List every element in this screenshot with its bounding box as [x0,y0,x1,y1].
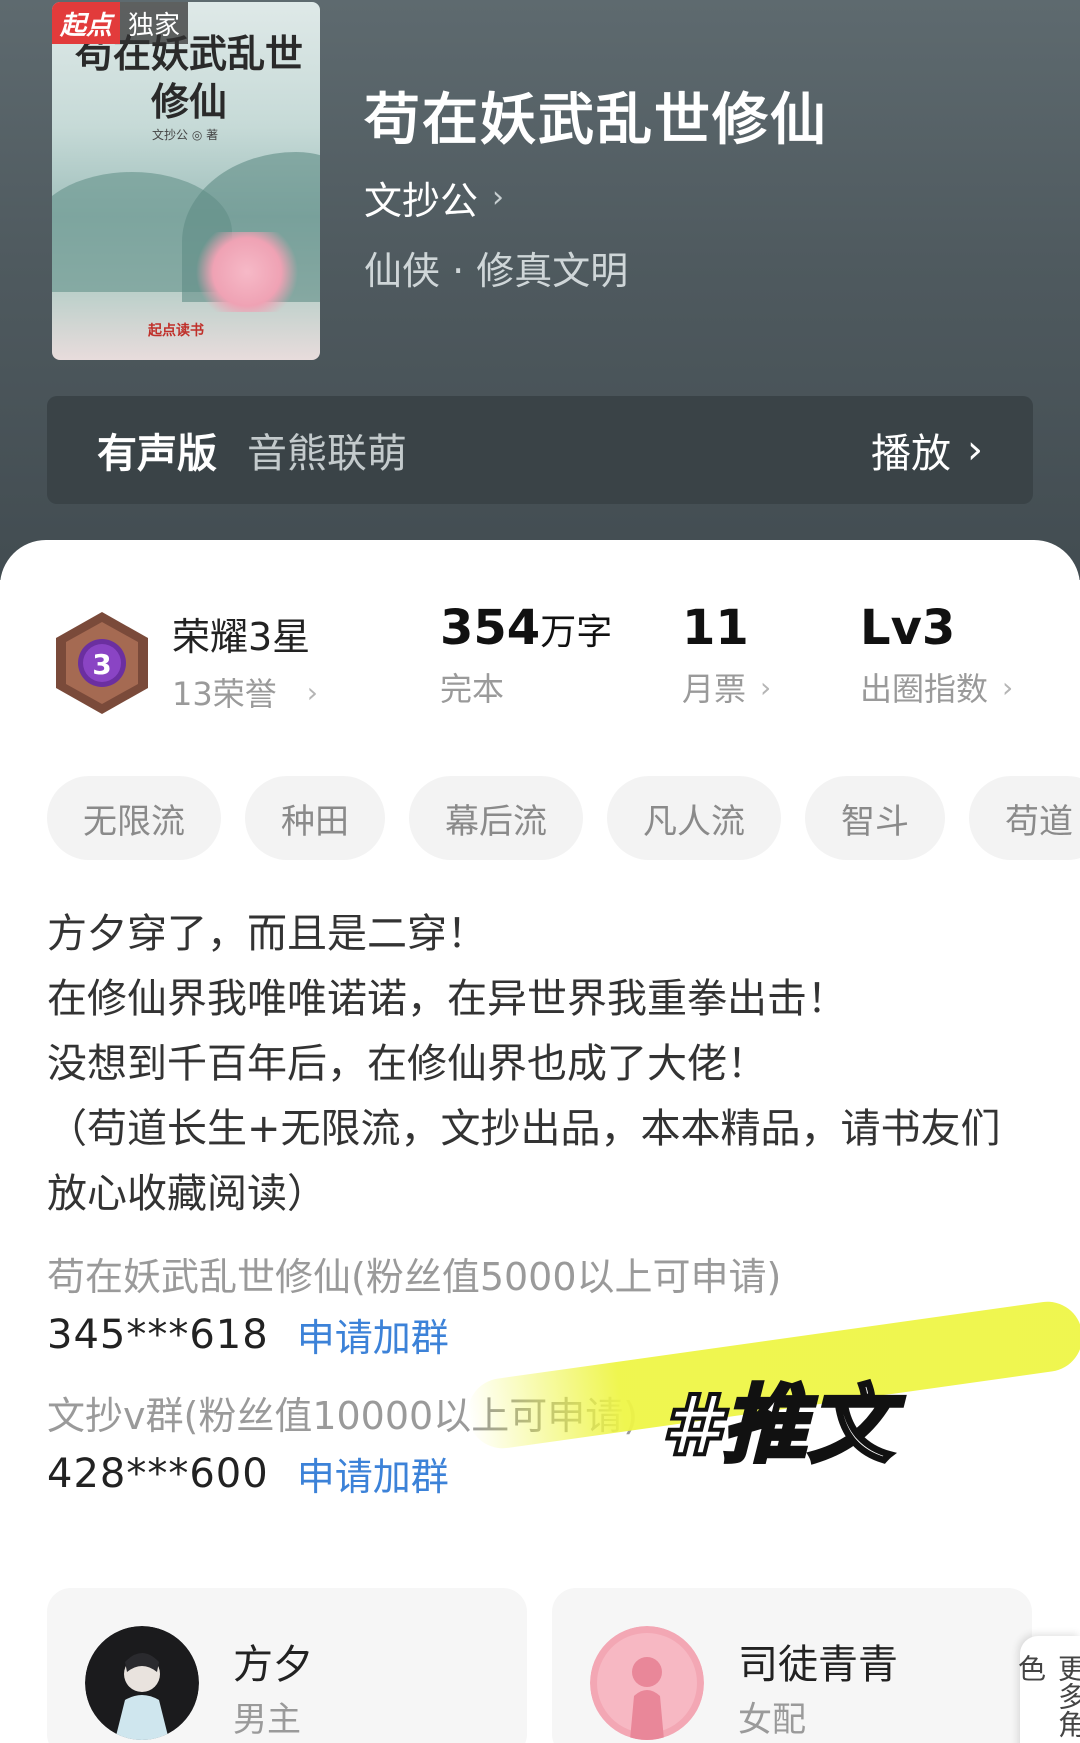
monthly-votes-stat[interactable]: 11 月票 › [682,600,771,710]
exclusive-badge: 起点 独家 [52,2,189,44]
character-card[interactable]: 司徒青青 女配 [552,1588,1032,1743]
tag-chip[interactable]: 种田 [245,776,385,860]
apply-join-link[interactable]: 申请加群 [297,1446,449,1501]
group-number: 345***618 [47,1311,269,1358]
breakout-index-stat[interactable]: Lv3 出圈指数 › [860,600,1013,710]
honor-title: 荣耀3星 [172,615,311,659]
more-characters-tab[interactable]: 更多角色 [1014,1636,1080,1743]
book-detail-card: 3 荣耀3星 13荣誉 › 354万字 完本 11 月票 › Lv3 出圈指数 … [0,540,1080,1743]
audio-label: 有声版 [97,431,217,477]
tag-chip[interactable]: 幕后流 [409,776,583,860]
word-count-unit: 万字 [540,612,613,653]
description-line: 没想到千百年后，在修仙界也成了大佬！ [47,1041,767,1087]
chevron-right-icon: › [492,180,505,215]
audio-edition-bar[interactable]: 有声版 音熊联萌 播放 › [47,396,1033,504]
description-line: （苟道长生+无限流，文抄出品，本本精品，请书友们放心收藏阅读） [47,1106,1001,1217]
stats-row: 3 荣耀3星 13荣誉 › 354万字 完本 11 月票 › Lv3 出圈指数 … [0,600,1080,720]
character-name: 司徒青青 [738,1642,898,1688]
book-header: 苟在妖武乱世修仙 文抄公 ◎ 著 起点读书 起点 独家 苟在妖武乱世修仙 文抄公… [0,0,1080,580]
chevron-right-icon: › [306,675,318,709]
honor-level: 3 [92,648,111,681]
tag-chip[interactable]: 苟道 [969,776,1080,860]
play-button[interactable]: 播放 › [871,421,983,479]
character-avatar [590,1626,704,1740]
audio-narrator: 音熊联萌 [247,431,407,477]
completion-status: 完本 [440,670,505,708]
author-link[interactable]: 文抄公 › [364,170,504,225]
honor-count: 13荣誉 [172,675,277,713]
group-name: 苟在妖武乱世修仙(粉丝值5000以上可申请) [47,1255,782,1299]
cover-art-author: 文抄公 ◎ 著 [152,128,219,142]
hashtag-overlay: #推文 [660,1374,895,1476]
book-cover[interactable]: 苟在妖武乱世修仙 文抄公 ◎ 著 起点读书 起点 独家 [52,2,320,360]
book-genre: 仙侠 · 修真文明 [364,249,629,293]
breakout-index-label: 出圈指数 [860,670,989,708]
chevron-right-icon: › [760,670,772,704]
brand-badge: 起点 [52,2,121,44]
character-avatar [85,1626,199,1740]
exclusive-label: 独家 [120,2,189,44]
character-card[interactable]: 方夕 男主 [47,1588,527,1743]
book-description: 方夕穿了，而且是二穿！ 在修仙界我唯唯诺诺，在异世界我重拳出击！ 没想到千百年后… [47,902,1037,1227]
cover-art-title: 苟在妖武乱世修仙 [74,31,303,124]
monthly-votes-value: 11 [682,600,749,656]
tag-chip[interactable]: 无限流 [47,776,221,860]
chevron-right-icon: › [1002,670,1014,704]
chevron-right-icon: › [967,427,983,473]
word-count-value: 354 [440,600,541,656]
tag-chip[interactable]: 凡人流 [607,776,781,860]
cover-blossom [192,232,302,312]
character-role: 女配 [738,1700,806,1740]
word-count-stat: 354万字 完本 [440,600,612,710]
play-label: 播放 [871,431,951,477]
tag-list: 无限流 种田 幕后流 凡人流 智斗 苟道 [47,776,1080,860]
description-line: 方夕穿了，而且是二穿！ [47,911,487,957]
tag-chip[interactable]: 智斗 [805,776,945,860]
character-name: 方夕 [233,1642,313,1688]
breakout-index-value: Lv3 [860,600,956,656]
monthly-votes-label: 月票 [682,670,747,708]
character-role: 男主 [233,1700,301,1740]
honor-stat[interactable]: 荣耀3星 13荣誉 › [172,606,318,715]
group-number: 428***600 [47,1450,269,1497]
honor-medal-icon: 3 [56,612,148,714]
cover-publisher: 起点读书 [148,323,204,339]
description-line: 在修仙界我唯唯诺诺，在异世界我重拳出击！ [47,976,847,1022]
author-name: 文抄公 [364,179,479,223]
apply-join-link[interactable]: 申请加群 [297,1307,449,1362]
book-title: 苟在妖武乱世修仙 [364,88,828,153]
fan-group: 苟在妖武乱世修仙(粉丝值5000以上可申请) 345***618 申请加群 [47,1246,781,1362]
